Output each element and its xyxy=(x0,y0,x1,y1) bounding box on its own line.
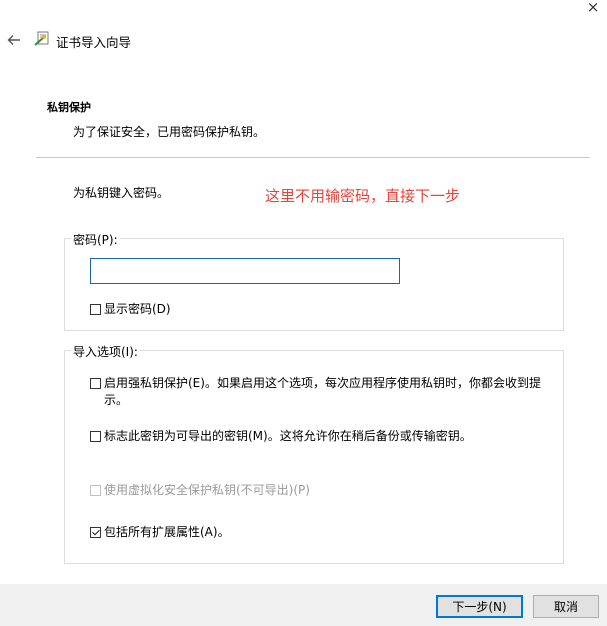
certificate-wizard-icon xyxy=(34,30,52,48)
strong-protection-checkbox[interactable]: 启用强私钥保护(E)。如果启用这个选项，每次应用程序使用私钥时，你都会收到提示。 xyxy=(90,375,550,409)
checkbox-box-checked[interactable] xyxy=(90,527,101,538)
checkbox-box xyxy=(90,485,101,496)
show-password-checkbox[interactable]: 显示密码(D) xyxy=(90,301,171,318)
password-prompt: 为私钥键入密码。 xyxy=(73,186,170,200)
strong-protection-label: 启用强私钥保护(E)。如果启用这个选项，每次应用程序使用私钥时，你都会收到提示。 xyxy=(104,376,541,407)
next-button[interactable]: 下一步(N) xyxy=(436,595,523,618)
checkbox-box[interactable] xyxy=(90,431,101,442)
header-divider xyxy=(36,157,590,158)
exportable-key-label: 标志此密钥为可导出的密钥(M)。这将允许你在稍后备份或传输密钥。 xyxy=(104,429,472,443)
annotation-note: 这里不用输密码，直接下一步 xyxy=(265,187,461,205)
password-group-label: 密码(P): xyxy=(71,231,120,248)
back-arrow-icon[interactable] xyxy=(6,32,22,48)
checkbox-box[interactable] xyxy=(90,378,101,389)
virtualization-protection-label: 使用虚拟化安全保护私钥(不可导出)(P) xyxy=(104,483,310,497)
cancel-button[interactable]: 取消 xyxy=(533,595,599,618)
section-title: 私钥保护 xyxy=(47,101,91,114)
checkbox-box[interactable] xyxy=(90,304,101,315)
virtualization-protection-checkbox: 使用虚拟化安全保护私钥(不可导出)(P) xyxy=(90,482,550,499)
extended-properties-label: 包括所有扩展属性(A)。 xyxy=(104,525,230,539)
section-description: 为了保证安全，已用密码保护私钥。 xyxy=(73,125,266,139)
exportable-key-checkbox[interactable]: 标志此密钥为可导出的密钥(M)。这将允许你在稍后备份或传输密钥。 xyxy=(90,428,550,445)
password-input[interactable] xyxy=(90,258,400,284)
close-button[interactable]: × xyxy=(582,0,604,16)
wizard-title: 证书导入向导 xyxy=(56,35,132,50)
extended-properties-checkbox[interactable]: 包括所有扩展属性(A)。 xyxy=(90,524,550,541)
show-password-label: 显示密码(D) xyxy=(104,302,171,316)
import-options-label: 导入选项(I): xyxy=(71,343,140,360)
